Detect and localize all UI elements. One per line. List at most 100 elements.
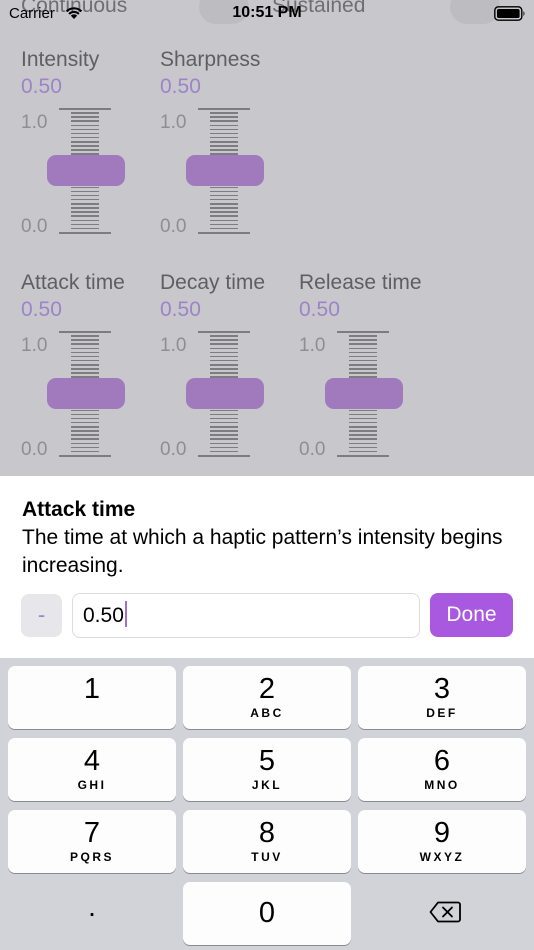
slider-tick xyxy=(349,430,377,432)
slider-tick xyxy=(210,430,238,432)
slider-tick xyxy=(71,124,99,127)
key-7[interactable]: 7 PQRS xyxy=(8,810,176,873)
slider-tick xyxy=(210,351,238,354)
slider-tick xyxy=(71,141,99,143)
done-button[interactable]: Done xyxy=(430,593,513,637)
key-digit: 0 xyxy=(258,897,276,929)
slider-max-label: 1.0 xyxy=(21,335,48,356)
attack-time-slider: Attack time 0.50 1.0 0.0 xyxy=(21,271,151,471)
slider-tick xyxy=(349,355,377,358)
editor-description: The time at which a haptic pattern’s int… xyxy=(22,526,503,577)
slider-tick xyxy=(71,136,99,139)
key-0[interactable]: 0 xyxy=(183,882,351,945)
key-6[interactable]: 6 MNO xyxy=(358,738,526,801)
slider-track[interactable] xyxy=(325,331,403,457)
editor-title: Attack time xyxy=(22,498,136,521)
slider-value: 0.50 xyxy=(299,298,340,321)
slider-tick xyxy=(71,149,99,151)
key-8[interactable]: 8 TUV xyxy=(183,810,351,873)
key-letters: MNO xyxy=(424,778,460,792)
slider-tick xyxy=(71,120,99,122)
key-9[interactable]: 9 WXYZ xyxy=(358,810,526,873)
slider-tick xyxy=(210,347,238,350)
slider-tick xyxy=(210,145,238,147)
slider-tick xyxy=(210,446,238,449)
slider-tick xyxy=(71,409,99,412)
slider-tick xyxy=(210,355,238,358)
key-digit: 8 xyxy=(258,817,276,849)
key-digit: 7 xyxy=(83,817,101,849)
slider-tick xyxy=(210,223,238,226)
slider-thumb[interactable] xyxy=(47,377,125,409)
slider-tick xyxy=(210,215,238,217)
slider-tick xyxy=(71,227,99,230)
key-letters: JKL xyxy=(251,778,283,792)
slider-tick xyxy=(210,372,238,374)
slider-tick xyxy=(210,438,238,440)
slider-tick xyxy=(349,359,377,362)
slider-tick xyxy=(349,364,377,366)
slider-tick xyxy=(198,455,250,457)
slider-tick xyxy=(349,421,377,424)
slider-tick xyxy=(210,190,238,193)
slider-tick xyxy=(210,132,238,135)
slider-track[interactable] xyxy=(47,331,125,457)
slider-tick xyxy=(71,434,99,436)
slider-track[interactable] xyxy=(47,108,125,234)
slider-track[interactable] xyxy=(186,331,264,457)
slider-tick xyxy=(210,116,238,118)
key-3[interactable]: 3 DEF xyxy=(358,666,526,729)
negate-button[interactable]: - xyxy=(21,594,62,637)
key-letters: WXYZ xyxy=(419,850,465,864)
slider-tick xyxy=(349,442,377,445)
slider-tick xyxy=(349,368,377,370)
slider-tick xyxy=(71,207,99,209)
slider-tick xyxy=(349,413,377,416)
slider-tick xyxy=(59,331,111,333)
slider-tick xyxy=(210,194,238,197)
slider-tick xyxy=(198,232,250,234)
slider-tick xyxy=(210,219,238,222)
slider-tick xyxy=(210,343,238,345)
slider-tick xyxy=(349,372,377,374)
slider-tick xyxy=(349,409,377,412)
intensity-slider: Intensity 0.50 1.0 0.0 xyxy=(21,48,151,248)
key-5[interactable]: 5 JKL xyxy=(183,738,351,801)
slider-tick xyxy=(210,359,238,362)
slider-thumb[interactable] xyxy=(186,377,264,409)
slider-tick xyxy=(71,116,99,118)
slider-tick xyxy=(210,450,238,453)
delete-backward-icon[interactable] xyxy=(429,901,461,923)
slider-tick xyxy=(71,132,99,135)
key-4[interactable]: 4 GHI xyxy=(8,738,176,801)
slider-tick xyxy=(349,343,377,345)
slider-tick xyxy=(71,351,99,354)
key-digit: 3 xyxy=(433,673,451,705)
value-input[interactable]: 0.50 xyxy=(72,593,420,638)
slider-tick xyxy=(71,186,99,189)
slider-tick xyxy=(71,215,99,217)
slider-tick xyxy=(210,198,238,201)
slider-min-label: 0.0 xyxy=(160,216,187,237)
slider-tick xyxy=(337,455,389,457)
key-2[interactable]: 2 ABC xyxy=(183,666,351,729)
key-1[interactable]: 1 xyxy=(8,666,176,729)
slider-tick xyxy=(210,421,238,424)
slider-tick xyxy=(198,331,250,333)
key-letters: DEF xyxy=(426,706,458,720)
slider-thumb[interactable] xyxy=(186,154,264,186)
key-decimal[interactable]: . xyxy=(8,882,176,945)
slider-thumb[interactable] xyxy=(47,154,125,186)
value-input-text: 0.50 xyxy=(83,604,124,627)
slider-tick xyxy=(210,112,238,114)
slider-track[interactable] xyxy=(186,108,264,234)
slider-thumb[interactable] xyxy=(325,377,403,409)
slider-tick xyxy=(71,198,99,201)
status-bar: Carrier 10:51 PM xyxy=(0,0,534,28)
slider-tick xyxy=(349,438,377,440)
text-caret xyxy=(124,601,127,627)
slider-min-label: 0.0 xyxy=(21,216,48,237)
key-letters: TUV xyxy=(251,850,283,864)
slider-tick xyxy=(71,219,99,222)
slider-tick xyxy=(210,149,238,151)
